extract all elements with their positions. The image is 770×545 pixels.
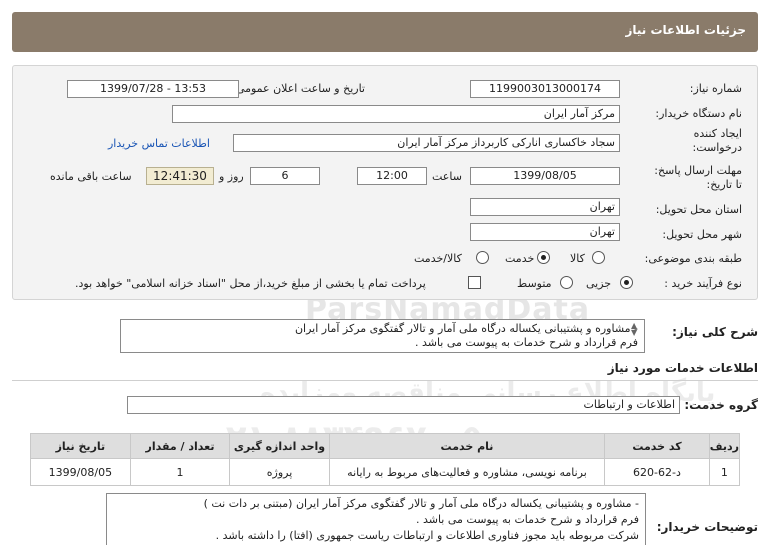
cell-unit: پروژه: [229, 458, 330, 486]
category-option-goods: کالا: [570, 252, 585, 265]
buyer-notes-line-1: - مشاوره و پشتیبانی یکساله درگاه ملی آما…: [203, 497, 639, 510]
need-number-field[interactable]: 1199003013000174: [470, 80, 620, 98]
services-divider: [12, 380, 758, 381]
deadline-time-label: ساعت: [432, 170, 462, 183]
announce-datetime-field[interactable]: 1399/07/28 - 13:53: [67, 80, 239, 98]
creator-label-line1: ایجاد کننده: [693, 127, 742, 140]
category-label: طبقه بندی موضوعی:: [644, 252, 742, 265]
process-radio-minor[interactable]: [620, 276, 633, 289]
cell-row: 1: [708, 458, 741, 486]
category-option-service: خدمت: [505, 252, 535, 265]
page-title: جزئیات اطلاعات نیاز: [625, 23, 746, 37]
col-unit: واحد اندازه گیری: [229, 433, 330, 459]
col-row: ردیف: [708, 433, 741, 459]
buyer-notes-textarea[interactable]: - مشاوره و پشتیبانی یکساله درگاه ملی آما…: [106, 493, 646, 545]
creator-label-line2: درخواست:: [692, 141, 742, 154]
buyer-contact-link[interactable]: اطلاعات تماس خریدار: [108, 137, 210, 150]
category-radio-goods[interactable]: [592, 251, 605, 264]
remaining-time-label: ساعت باقی مانده: [50, 170, 132, 183]
table-row: 1 د-62-620 برنامه نویسی، مشاوره و فعالیت…: [30, 458, 741, 486]
deadline-date-field[interactable]: 1399/08/05: [470, 167, 620, 185]
service-group-field[interactable]: اطلاعات و ارتباطات: [127, 396, 680, 414]
col-service-name: نام خدمت: [328, 433, 606, 459]
col-quantity: تعداد / مقدار: [129, 433, 231, 459]
province-field[interactable]: تهران: [470, 198, 620, 216]
deadline-time-field[interactable]: 12:00: [357, 167, 427, 185]
city-field[interactable]: تهران: [470, 223, 620, 241]
remaining-time-field: 12:41:30: [146, 167, 214, 185]
process-option-medium: متوسط: [517, 277, 552, 290]
announce-datetime-label: تاریخ و ساعت اعلان عمومی:: [232, 82, 365, 95]
category-option-goods-service: کالا/خدمت: [414, 252, 462, 265]
need-number-label: شماره نیاز:: [689, 82, 742, 95]
cell-service-name: برنامه نویسی، مشاوره و فعالیت‌های مربوط …: [328, 458, 606, 486]
province-label: استان محل تحویل:: [655, 203, 742, 216]
buyer-notes-label: توضیحات خریدار:: [656, 520, 758, 534]
services-table-header: ردیف کد خدمت نام خدمت واحد اندازه گیری ت…: [30, 433, 741, 459]
remaining-days-label: روز و: [219, 170, 244, 183]
process-option-minor: جزیی: [586, 277, 612, 290]
category-radio-goods-service[interactable]: [476, 251, 489, 264]
summary-textarea[interactable]: - مشاوره و پشتیبانی یکساله درگاه ملی آما…: [120, 319, 645, 353]
cell-quantity: 1: [129, 458, 231, 486]
col-service-code: کد خدمت: [604, 433, 710, 459]
cell-service-code: د-62-620: [604, 458, 710, 486]
payment-note: پرداخت تمام یا بخشی از مبلغ خرید،از محل …: [75, 277, 426, 290]
summary-label: شرح کلی نیاز:: [672, 325, 758, 339]
deadline-label-line1: مهلت ارسال پاسخ:: [654, 164, 742, 177]
summary-line-2: فرم قرارداد و شرح خدمات به پیوست می باشد…: [414, 336, 638, 349]
process-type-label: نوع فرآیند خرید :: [664, 277, 742, 290]
buyer-notes-line-3: شرکت مربوطه باید مجوز فناوری اطلاعات و ا…: [215, 529, 639, 542]
buyer-name-field[interactable]: مرکز آمار ایران: [172, 105, 620, 123]
services-table: ردیف کد خدمت نام خدمت واحد اندازه گیری ت…: [30, 433, 741, 486]
cell-need-date: 1399/08/05: [30, 458, 131, 486]
category-radio-service[interactable]: [537, 251, 550, 264]
city-label: شهر محل تحویل:: [662, 228, 742, 241]
summary-line-1: - مشاوره و پشتیبانی یکساله درگاه ملی آما…: [294, 322, 638, 335]
col-need-date: تاریخ نیاز: [30, 433, 131, 459]
process-radio-medium[interactable]: [560, 276, 573, 289]
treasury-bonds-checkbox[interactable]: [468, 276, 481, 289]
remaining-days-field[interactable]: 6: [250, 167, 320, 185]
buyer-notes-line-2: فرم قرارداد و شرح خدمات به پیوست می باشد…: [415, 513, 639, 526]
buyer-name-label: نام دستگاه خریدار:: [655, 107, 742, 120]
deadline-label-line2: تا تاریخ:: [706, 178, 742, 191]
creator-field[interactable]: سجاد خاکساری انارکی کاربرداز مرکز آمار ا…: [233, 134, 620, 152]
service-group-label: گروه خدمت:: [684, 398, 758, 412]
page-header: جزئیات اطلاعات نیاز: [12, 12, 758, 52]
textarea-resize-icon[interactable]: ▲ ▼: [631, 322, 637, 337]
services-section-title: اطلاعات خدمات مورد نیاز: [607, 361, 758, 375]
